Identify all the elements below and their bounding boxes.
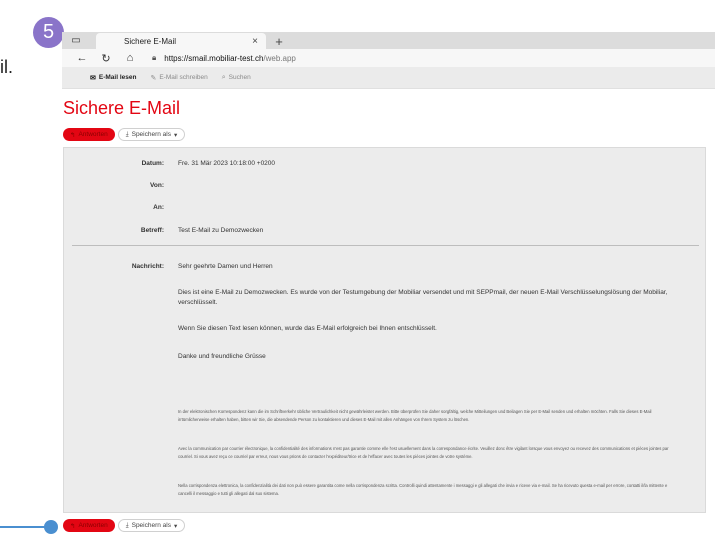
to-label: An:: [153, 204, 164, 211]
lock-icon: 🔒︎: [152, 53, 157, 62]
callout-pointer-dot: [44, 520, 58, 534]
save-as-label: Speichern als: [131, 131, 171, 138]
subject-row: Betreff: Test E-Mail zu Demozwecken: [64, 227, 707, 234]
home-icon[interactable]: ⌂: [118, 50, 142, 66]
disclaimer-french: Avec la communication par courrier élect…: [178, 446, 669, 459]
download-icon: ⤓: [125, 521, 129, 529]
close-tab-icon[interactable]: ×: [252, 36, 258, 47]
save-as-button-bottom[interactable]: ⤓ Speichern als ▾: [117, 519, 186, 532]
browser-navbar: ← ↻ ⌂ 🔒︎ https://smail.mobiliar-test.ch …: [62, 49, 715, 67]
callout-pointer-line: [0, 526, 50, 528]
save-as-button[interactable]: ⤓ Speichern als ▾: [117, 128, 186, 141]
date-value: Fre. 31 Mär 2023 10:18:00 +0200: [178, 160, 276, 167]
app-navigation: ✉ E-Mail lesen ✎ E-Mail schreiben ⌕ Such…: [62, 67, 715, 89]
from-row: Von:: [64, 182, 707, 189]
header-divider: [72, 245, 699, 246]
message-closing: Danke und freundliche Grüsse: [178, 353, 266, 360]
back-arrow-icon[interactable]: ←: [70, 50, 94, 66]
chevron-down-icon: ▾: [174, 131, 178, 139]
reply-arrow-icon: ↰: [70, 522, 76, 530]
url-path: /web.app: [263, 53, 296, 63]
disclaimer-italian: Nella corrispondenza elettronica, la con…: [178, 483, 668, 496]
page-title: Sichere E-Mail: [63, 98, 181, 118]
browser-tab-title: Sichere E-Mail: [124, 36, 177, 46]
nav-write-email[interactable]: ✎ E-Mail schreiben: [150, 67, 207, 89]
date-label: Datum:: [141, 160, 164, 167]
reply-button-bottom-label: Antworten: [78, 522, 108, 529]
disclaimer-german: In der elektronischen Korrespondenz kann…: [178, 409, 652, 422]
nav-search[interactable]: ⌕ Suchen: [222, 67, 251, 89]
from-label: Von:: [150, 182, 164, 189]
cropped-text: il.: [0, 57, 13, 77]
download-icon: ⤓: [125, 130, 129, 138]
browser-tabbar: ▭ Sichere E-Mail × +: [62, 32, 715, 49]
new-tab-button[interactable]: +: [270, 33, 288, 49]
to-row: An:: [64, 204, 707, 211]
nav-read-email[interactable]: ✉ E-Mail lesen: [90, 67, 136, 89]
date-row: Datum: Fre. 31 Mär 2023 10:18:00 +0200: [64, 160, 707, 167]
browser-tab[interactable]: Sichere E-Mail ×: [96, 33, 266, 49]
message-row: Nachricht: Sehr geehrte Damen und Herren: [64, 263, 707, 270]
address-bar[interactable]: 🔒︎ https://smail.mobiliar-test.ch /web.a…: [152, 51, 452, 65]
message-paragraph-2: Wenn Sie diesen Text lesen können, wurde…: [178, 325, 437, 332]
search-icon: ⌕: [221, 73, 226, 81]
nav-search-label: Suchen: [228, 74, 251, 81]
reply-arrow-icon: ↰: [70, 131, 76, 139]
message-greeting: Sehr geehrte Damen und Herren: [178, 263, 273, 270]
save-as-bottom-label: Speichern als: [131, 522, 171, 529]
reply-button-label: Antworten: [78, 131, 108, 138]
browser-window: ▭ Sichere E-Mail × + ← ↻ ⌂ 🔒︎ https://sm…: [62, 32, 715, 92]
reload-icon[interactable]: ↻: [94, 50, 118, 66]
pencil-icon: ✎: [150, 74, 157, 82]
message-paragraph-1: Dies ist eine E-Mail zu Demozwecken. Es …: [178, 289, 668, 306]
action-bar-bottom: ↰ Antworten ⤓ Speichern als ▾: [63, 519, 186, 532]
reply-button[interactable]: ↰ Antworten: [63, 128, 115, 141]
subject-value: Test E-Mail zu Demozwecken: [178, 227, 264, 234]
email-view: Datum: Fre. 31 Mär 2023 10:18:00 +0200 V…: [63, 147, 706, 513]
action-bar-top: ↰ Antworten ⤓ Speichern als ▾: [63, 128, 186, 141]
tab-actions-icon[interactable]: ▭: [62, 32, 90, 49]
nav-read-email-label: E-Mail lesen: [98, 74, 137, 81]
url-host: https://smail.mobiliar-test.ch: [164, 53, 264, 63]
envelope-icon: ✉: [90, 74, 96, 82]
step-number-badge: 5: [33, 17, 64, 48]
reply-button-bottom[interactable]: ↰ Antworten: [63, 519, 115, 532]
chevron-down-icon: ▾: [174, 522, 178, 530]
message-label: Nachricht:: [131, 263, 164, 270]
subject-label: Betreff:: [140, 227, 164, 234]
nav-write-email-label: E-Mail schreiben: [159, 74, 208, 81]
